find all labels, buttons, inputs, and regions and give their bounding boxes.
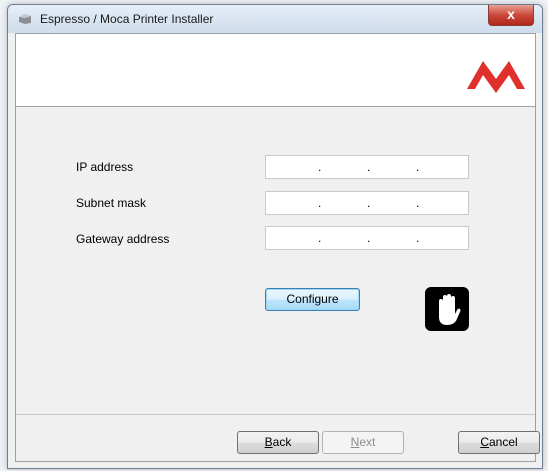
wizard-client-area: IP address . . . Subnet mask . . . Gatew… bbox=[15, 33, 540, 462]
wizard-header bbox=[16, 34, 535, 107]
gateway-address-input[interactable]: . . . bbox=[265, 226, 469, 250]
ip-address-input[interactable]: . . . bbox=[265, 155, 469, 179]
stop-hand-icon bbox=[425, 287, 469, 331]
moca-logo-icon bbox=[467, 61, 525, 93]
octet-separator: . bbox=[416, 160, 420, 174]
octet-separator: . bbox=[318, 231, 322, 245]
next-button[interactable]: Next bbox=[322, 431, 404, 454]
octet-separator: . bbox=[367, 196, 371, 210]
octet-separator: . bbox=[416, 196, 420, 210]
gateway-address-label: Gateway address bbox=[76, 232, 170, 246]
back-button[interactable]: Back bbox=[237, 431, 319, 454]
octet-separator: . bbox=[318, 196, 322, 210]
subnet-mask-label: Subnet mask bbox=[76, 196, 147, 210]
octet-separator: . bbox=[318, 160, 322, 174]
window-title: Espresso / Moca Printer Installer bbox=[40, 12, 214, 26]
back-mnemonic: B bbox=[264, 435, 273, 449]
next-label: ext bbox=[359, 435, 376, 449]
configure-button[interactable]: Configure bbox=[265, 288, 360, 311]
ip-address-label: IP address bbox=[76, 160, 134, 174]
close-button[interactable]: x bbox=[488, 5, 534, 26]
cancel-button[interactable]: Cancel bbox=[458, 431, 540, 454]
cancel-label: ancel bbox=[488, 435, 518, 449]
back-label: ack bbox=[272, 435, 292, 449]
installer-window: Espresso / Moca Printer Installer x IP a… bbox=[7, 4, 543, 469]
octet-separator: . bbox=[416, 231, 420, 245]
octet-separator: . bbox=[367, 160, 371, 174]
footer-separator bbox=[16, 414, 535, 415]
octet-separator: . bbox=[367, 231, 371, 245]
subnet-mask-input[interactable]: . . . bbox=[265, 191, 469, 215]
cancel-mnemonic: C bbox=[480, 435, 489, 449]
title-bar[interactable]: Espresso / Moca Printer Installer x bbox=[8, 5, 542, 33]
printer-app-icon bbox=[19, 14, 31, 24]
